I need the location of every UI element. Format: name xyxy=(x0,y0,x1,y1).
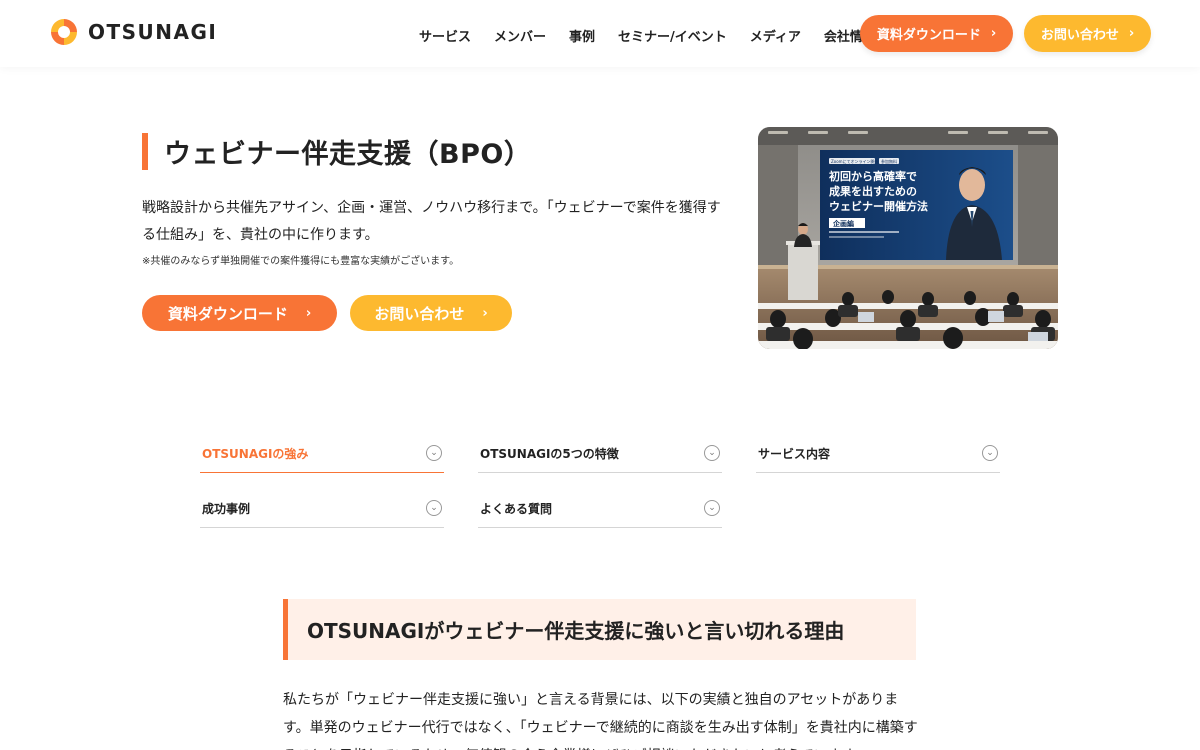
screen-title-line1: 初回から高確率で xyxy=(829,169,917,183)
hero-note: ※共催のみならず単独開催での案件獲得にも豊富な実績がございます。 xyxy=(142,256,460,267)
screen-tag: 企画編 xyxy=(832,219,854,228)
page-title: ウェビナー伴走支援（BPO） xyxy=(164,139,532,170)
nav-item-cases[interactable]: 事例 xyxy=(569,26,595,45)
logo[interactable]: OTSUNAGI xyxy=(49,17,217,47)
nav-item-media[interactable]: メディア xyxy=(750,26,801,45)
chevron-down-icon: ⌄ xyxy=(982,445,998,461)
hero-download-button[interactable]: 資料ダウンロード › xyxy=(142,295,337,331)
chevron-right-icon: › xyxy=(1128,26,1135,41)
tab-label: OTSUNAGIの5つの特徴 xyxy=(480,446,619,461)
chevron-down-icon: ⌄ xyxy=(426,500,442,516)
tab-success-cases[interactable]: 成功事例 ⌄ xyxy=(200,489,444,528)
seminar-photo-illustration: Zoomにてオンライン開催 参加無料 初回から高確率で 成果を出すための ウェビ… xyxy=(758,127,1058,349)
tab-label: よくある質問 xyxy=(480,501,553,516)
tab-label: 成功事例 xyxy=(202,501,251,516)
screen-badge-left: Zoomにてオンライン開催 xyxy=(831,158,879,164)
screen-title-line2: 成果を出すための xyxy=(829,184,917,198)
header-contact-button[interactable]: お問い合わせ › xyxy=(1024,15,1151,52)
section-heading: OTSUNAGIがウェビナー伴走支援に強いと言い切れる理由 xyxy=(283,599,916,660)
chevron-down-icon: ⌄ xyxy=(704,500,720,516)
hero-contact-button[interactable]: お問い合わせ › xyxy=(350,295,512,331)
main-nav: サービス メンバー 事例 セミナー/イベント メディア 会社情報 xyxy=(419,26,899,45)
hero-download-label: 資料ダウンロード xyxy=(167,304,288,323)
hero-seminar-photo: Zoomにてオンライン開催 参加無料 初回から高確率で 成果を出すための ウェビ… xyxy=(758,127,1058,349)
chevron-down-icon: ⌄ xyxy=(704,445,720,461)
tab-label: OTSUNAGIの強み xyxy=(202,446,309,461)
site-header: OTSUNAGI サービス メンバー 事例 セミナー/イベント メディア 会社情… xyxy=(0,0,1200,67)
logo-text: OTSUNAGI xyxy=(88,20,218,44)
screen-title-line3: ウェビナー開催方法 xyxy=(829,199,928,213)
chevron-right-icon: › xyxy=(990,26,997,41)
tab-strengths[interactable]: OTSUNAGIの強み ⌄ xyxy=(200,434,444,473)
header-download-button[interactable]: 資料ダウンロード › xyxy=(860,15,1013,52)
hero-contact-label: お問い合わせ xyxy=(374,304,465,323)
chevron-right-icon: › xyxy=(482,305,488,321)
section-title: OTSUNAGIがウェビナー伴走支援に強いと言い切れる理由 xyxy=(307,619,845,643)
logo-icon xyxy=(51,19,77,45)
tab-service-content[interactable]: サービス内容 ⌄ xyxy=(756,434,1000,473)
chevron-down-icon: ⌄ xyxy=(426,445,442,461)
section-body: 私たちが「ウェビナー伴走支援に強い」と言える背景には、以下の実績と独自のアセット… xyxy=(283,692,918,750)
hero-description: 戦略設計から共催先アサイン、企画・運営、ノウハウ移行まで。「ウェビナーで案件を獲… xyxy=(142,200,721,243)
hero-title-block: ウェビナー伴走支援（BPO） xyxy=(142,133,531,170)
header-contact-label: お問い合わせ xyxy=(1040,28,1119,43)
tab-faq[interactable]: よくある質問 ⌄ xyxy=(478,489,722,528)
nav-item-members[interactable]: メンバー xyxy=(494,26,546,45)
screen-badge-right: 参加無料 xyxy=(881,158,897,164)
nav-item-seminars[interactable]: セミナー/イベント xyxy=(618,26,727,45)
header-download-label: 資料ダウンロード xyxy=(876,28,981,43)
chevron-right-icon: › xyxy=(305,305,312,321)
nav-item-services[interactable]: サービス xyxy=(419,26,471,45)
tab-label: サービス内容 xyxy=(758,446,831,461)
tab-features[interactable]: OTSUNAGIの5つの特徴 ⌄ xyxy=(478,434,722,473)
